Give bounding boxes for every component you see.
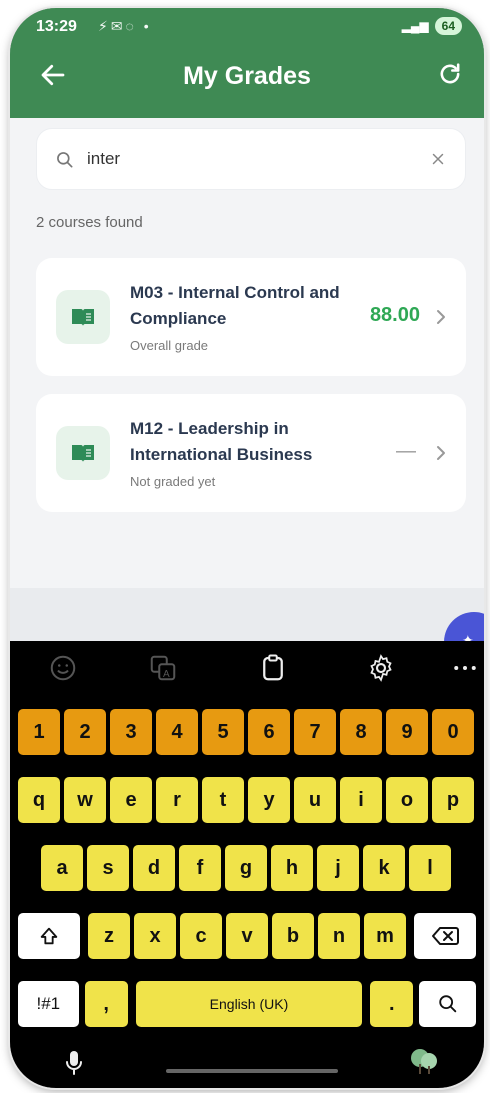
key-t[interactable]: t: [202, 777, 244, 823]
key-o[interactable]: o: [386, 777, 428, 823]
key-0[interactable]: 0: [432, 709, 474, 755]
key-m[interactable]: m: [364, 913, 406, 959]
more-options-icon[interactable]: [450, 653, 480, 683]
key-u[interactable]: u: [294, 777, 336, 823]
refresh-icon: [440, 63, 460, 84]
search-icon: [438, 995, 456, 1013]
microphone-icon[interactable]: [64, 1049, 84, 1077]
phone-frame: 13:29 ⚡✉◌ • ▂▄▆ 64 My Grades inter 2 cou…: [10, 8, 484, 1088]
key-s[interactable]: s: [87, 845, 129, 891]
bottom-area: [10, 588, 484, 643]
svg-text:A: A: [163, 669, 170, 680]
shift-key[interactable]: [18, 913, 80, 959]
course-subtitle: Not graded yet: [130, 474, 216, 489]
key-x[interactable]: x: [134, 913, 176, 959]
home-indicator: [166, 1069, 338, 1073]
letter-row-1: q w e r t y u i o p: [16, 777, 478, 823]
number-row: 1 2 3 4 5 6 7 8 9 0: [16, 709, 478, 755]
key-a[interactable]: a: [41, 845, 83, 891]
shift-icon: [40, 927, 58, 945]
key-c[interactable]: c: [180, 913, 222, 959]
course-subtitle: Overall grade: [130, 338, 209, 353]
keyboard-theme-icon[interactable]: [408, 1044, 440, 1076]
key-w[interactable]: w: [64, 777, 106, 823]
key-p[interactable]: p: [432, 777, 474, 823]
backspace-icon: [432, 927, 459, 945]
status-right: ▂▄▆ 64: [402, 17, 462, 35]
key-g[interactable]: g: [225, 845, 267, 891]
key-6[interactable]: 6: [248, 709, 290, 755]
refresh-button[interactable]: [436, 60, 466, 90]
backspace-key[interactable]: [414, 913, 476, 959]
chevron-right-icon: [437, 446, 445, 460]
key-7[interactable]: 7: [294, 709, 336, 755]
course-icon-box: [56, 290, 110, 344]
key-l[interactable]: l: [409, 845, 451, 891]
page-title: My Grades: [183, 62, 311, 90]
key-3[interactable]: 3: [110, 709, 152, 755]
key-1[interactable]: 1: [18, 709, 60, 755]
book-icon: [72, 309, 94, 326]
wifi-signal-icon: ▂▄▆: [401, 19, 429, 33]
period-key[interactable]: .: [370, 981, 414, 1027]
course-title: M03 - Internal Control and Compliance: [130, 283, 340, 328]
search-input[interactable]: inter: [36, 128, 466, 190]
key-b[interactable]: b: [272, 913, 314, 959]
symbols-key[interactable]: !#1: [18, 981, 79, 1027]
key-9[interactable]: 9: [386, 709, 428, 755]
key-4[interactable]: 4: [156, 709, 198, 755]
key-5[interactable]: 5: [202, 709, 244, 755]
key-e[interactable]: e: [110, 777, 152, 823]
comma-key[interactable]: ,: [84, 981, 128, 1027]
key-v[interactable]: v: [226, 913, 268, 959]
course-card[interactable]: M12 - Leadership in International Busine…: [36, 394, 466, 512]
clear-search-icon[interactable]: [429, 150, 447, 168]
course-title: M12 - Leadership in International Busine…: [130, 419, 313, 464]
book-icon: [72, 445, 94, 462]
search-key[interactable]: [419, 981, 477, 1027]
keyboard: A 1 2 3 4 5 6 7 8 9 0 q w e r t y u i o …: [10, 641, 484, 1088]
status-time: 13:29: [36, 18, 77, 35]
key-n[interactable]: n: [318, 913, 360, 959]
clipboard-icon[interactable]: [258, 653, 288, 683]
bottom-key-row: !#1 , English (UK) .: [16, 981, 478, 1027]
key-y[interactable]: y: [248, 777, 290, 823]
letter-row-2: a s d f g h j k l: [16, 845, 478, 891]
letter-row-3: z x c v b n m: [16, 913, 478, 959]
search-icon: [57, 152, 73, 168]
key-q[interactable]: q: [18, 777, 60, 823]
key-8[interactable]: 8: [340, 709, 382, 755]
status-bar: 13:29 ⚡✉◌ • ▂▄▆ 64: [10, 8, 484, 44]
search-text: inter: [87, 149, 121, 168]
key-r[interactable]: r: [156, 777, 198, 823]
key-j[interactable]: j: [317, 845, 359, 891]
course-grade-empty: —: [396, 440, 416, 462]
space-bar[interactable]: English (UK): [135, 981, 363, 1027]
course-grade: 88.00: [369, 304, 420, 326]
notification-icons: ⚡✉◌ •: [98, 18, 152, 34]
results-count: 2 courses found: [36, 214, 143, 231]
app-bar: 13:29 ⚡✉◌ • ▂▄▆ 64 My Grades: [10, 8, 484, 118]
screen: 13:29 ⚡✉◌ • ▂▄▆ 64 My Grades inter 2 cou…: [10, 8, 484, 1088]
key-f[interactable]: f: [179, 845, 221, 891]
emoji-icon[interactable]: [48, 653, 78, 683]
battery-indicator: 64: [434, 17, 462, 35]
key-i[interactable]: i: [340, 777, 382, 823]
key-d[interactable]: d: [133, 845, 175, 891]
course-card[interactable]: M03 - Internal Control and Compliance Ov…: [36, 258, 466, 376]
settings-gear-icon[interactable]: [366, 653, 396, 683]
key-2[interactable]: 2: [64, 709, 106, 755]
key-k[interactable]: k: [363, 845, 405, 891]
key-h[interactable]: h: [271, 845, 313, 891]
key-z[interactable]: z: [88, 913, 130, 959]
translate-icon[interactable]: A: [148, 653, 178, 683]
keyboard-toolbar: A: [10, 641, 484, 697]
chevron-right-icon: [437, 310, 445, 324]
course-icon-box: [56, 426, 110, 480]
